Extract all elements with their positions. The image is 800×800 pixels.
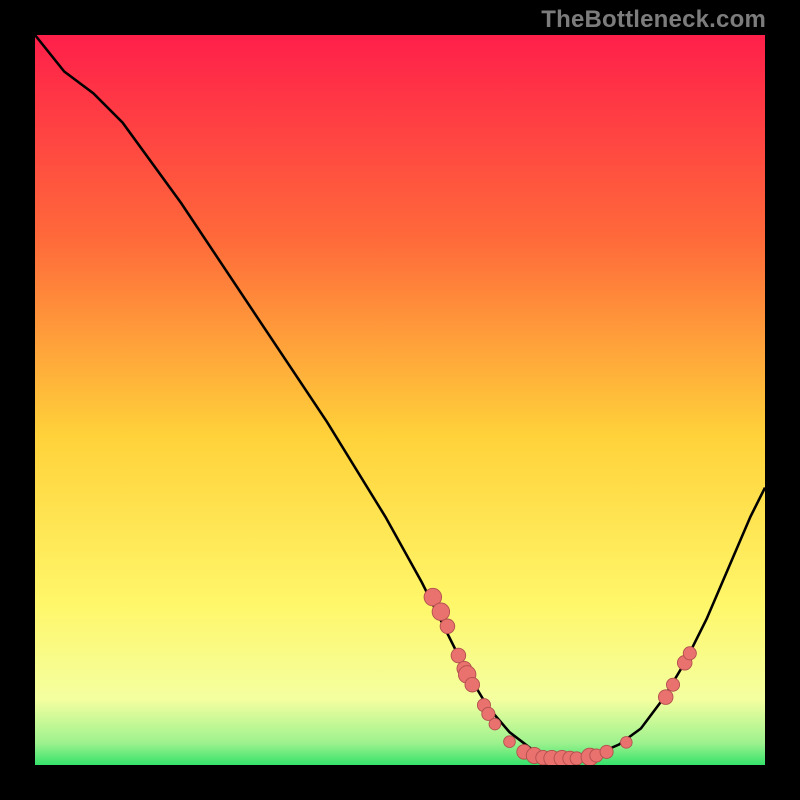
data-point (620, 737, 632, 749)
data-point (600, 745, 613, 758)
bottleneck-curve (35, 35, 765, 758)
data-point (432, 603, 450, 621)
data-point (683, 647, 696, 660)
curve-layer (35, 35, 765, 765)
data-point (658, 690, 673, 705)
watermark-text: TheBottleneck.com (541, 6, 766, 34)
data-point (489, 718, 501, 730)
data-point (666, 678, 679, 691)
data-point (440, 619, 455, 634)
data-point (465, 677, 480, 692)
data-point (451, 648, 466, 663)
data-points (424, 588, 696, 765)
data-point (504, 736, 516, 748)
chart-frame: TheBottleneck.com (0, 0, 800, 800)
plot-area (35, 35, 765, 765)
